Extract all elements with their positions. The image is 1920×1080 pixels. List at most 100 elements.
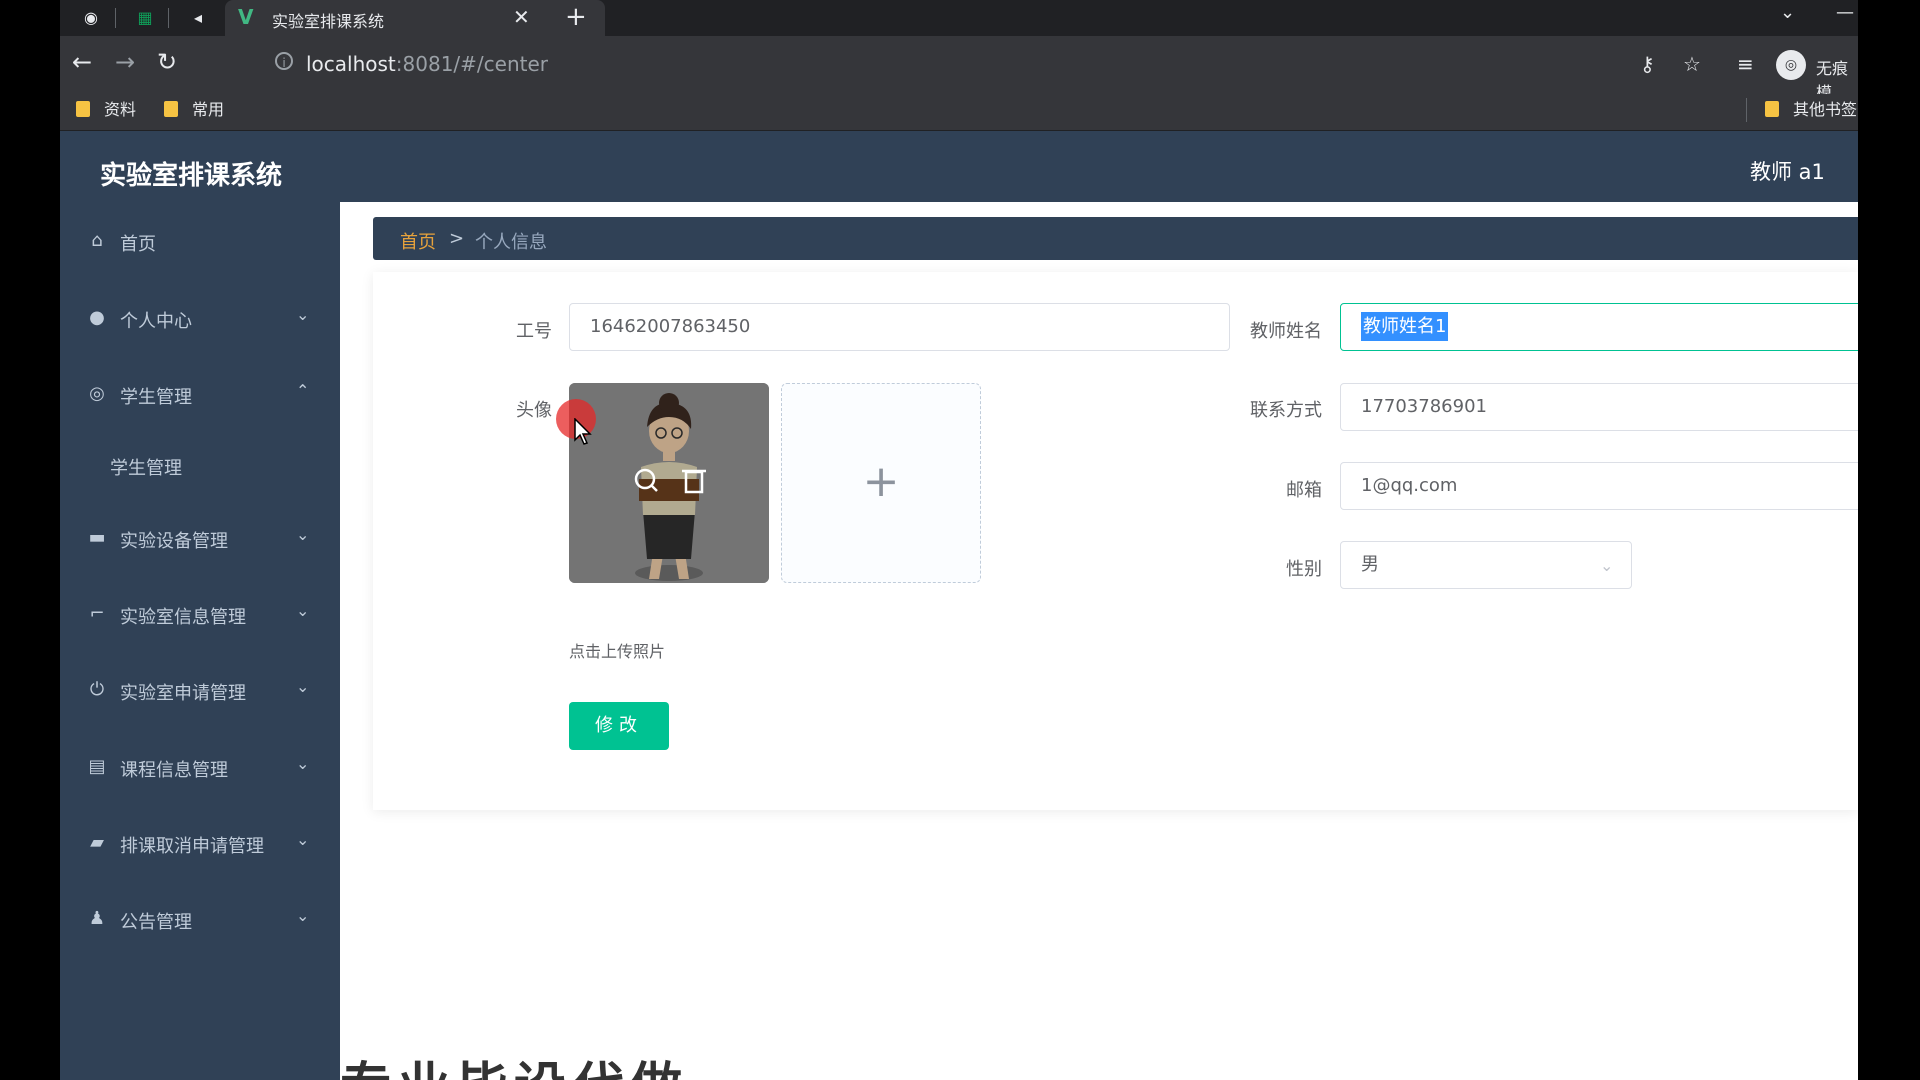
breadcrumb-separator: > — [449, 228, 465, 249]
minimize-icon[interactable]: — — [1836, 2, 1854, 23]
sheet-tab-icon[interactable]: ▦ — [135, 8, 155, 28]
app-title: 实验室排课系统 — [100, 161, 283, 191]
sidebar-item-notice[interactable]: ♟ 公告管理 ⌄ — [60, 889, 340, 949]
id-field[interactable]: 16462007863450 — [569, 303, 1230, 351]
chevron-down-icon: ⌄ — [296, 525, 310, 544]
avatar-label: 头像 — [516, 400, 552, 421]
folder-icon — [164, 101, 178, 117]
video-caption: 专业毕设代做 — [340, 1045, 688, 1080]
lab-icon: ⌐ — [89, 603, 105, 624]
vue-favicon-icon: V — [238, 5, 254, 29]
tab-divider — [115, 8, 116, 28]
chevron-down-icon: ⌄ — [296, 601, 310, 620]
sidebar-item-course-info[interactable]: ▤ 课程信息管理 ⌄ — [60, 737, 340, 797]
submit-button[interactable]: 修改 — [569, 702, 669, 750]
url-host: localhost — [306, 52, 396, 76]
avatar-illustration — [569, 383, 769, 583]
bookmark-folder[interactable]: 常用 — [164, 98, 224, 122]
teacher-name-field[interactable]: 教师姓名1 — [1340, 303, 1858, 351]
sidebar: ⌂ 首页 ● 个人中心 ⌄ ◎ 学生管理 ⌃ 学生管理 ▬ 实验设备管理 ⌄ ⌐… — [60, 202, 340, 1080]
student-icon: ◎ — [89, 383, 105, 404]
equipment-icon: ▬ — [88, 527, 106, 548]
new-tab-plus-icon[interactable]: + — [565, 2, 587, 32]
phone-field[interactable]: 17703786901 — [1340, 383, 1858, 431]
url-path: :8081/#/center — [395, 52, 548, 76]
sidebar-item-personal-center[interactable]: ● 个人中心 ⌄ — [60, 288, 340, 348]
sidebar-item-equipment[interactable]: ▬ 实验设备管理 ⌄ — [60, 508, 340, 568]
url-text[interactable]: localhost:8081/#/center — [306, 52, 548, 76]
key-icon[interactable]: ⚷ — [1640, 52, 1655, 76]
sidebar-item-home[interactable]: ⌂ 首页 — [60, 211, 340, 271]
tab-divider — [168, 8, 169, 28]
bookmark-label: 资料 — [104, 100, 137, 119]
sidebar-item-label: 实验设备管理 — [120, 531, 228, 552]
breadcrumb-home-link[interactable]: 首页 — [400, 228, 436, 254]
speaker-icon[interactable]: ◂ — [188, 8, 208, 28]
right-letterbox — [1858, 0, 1920, 1080]
folder-icon — [76, 101, 90, 117]
avatar-upload-button[interactable]: + — [781, 383, 981, 583]
plus-icon: + — [862, 456, 900, 507]
email-label: 邮箱 — [1286, 480, 1322, 501]
screen-frame: ◉ ▦ ◂ V 实验室排课系统 ✕ + ⌄ — ← → ↻ i localhos… — [60, 0, 1858, 1080]
sidebar-item-label: 实验室申请管理 — [120, 683, 246, 704]
briefcase-icon: ▤ — [88, 756, 106, 777]
mouse-pointer-icon — [574, 418, 592, 445]
back-arrow-icon[interactable]: ← — [68, 48, 96, 76]
upload-tip: 点击上传照片 — [569, 642, 666, 661]
sidebar-item-label: 公告管理 — [120, 912, 192, 933]
sidebar-item-lab-info[interactable]: ⌐ 实验室信息管理 ⌄ — [60, 584, 340, 644]
sidebar-item-lab-application[interactable]: ⏻ 实验室申请管理 ⌄ — [60, 660, 340, 720]
app-header — [60, 131, 1858, 202]
other-bookmarks[interactable]: 其他书签 — [1765, 98, 1857, 122]
sidebar-item-label: 学生管理 — [120, 387, 192, 408]
tab-search-chevron-icon[interactable]: ⌄ — [1780, 2, 1795, 23]
chevron-down-icon: ⌄ — [1600, 556, 1614, 575]
sidebar-item-label: 实验室信息管理 — [120, 607, 246, 628]
sidebar-item-cancel-application[interactable]: ▰ 排课取消申请管理 ⌄ — [60, 813, 340, 873]
avatar-thumbnail[interactable] — [569, 383, 769, 583]
user-icon: ● — [89, 307, 105, 328]
phone-label: 联系方式 — [1250, 400, 1322, 421]
chevron-down-icon: ⌄ — [296, 305, 310, 324]
gender-select[interactable]: 男 — [1340, 541, 1632, 589]
forward-arrow-icon[interactable]: → — [111, 48, 139, 76]
tab-title: 实验室排课系统 — [272, 12, 385, 31]
bookmarks-bar — [60, 94, 1858, 131]
sidebar-item-label: 个人中心 — [120, 311, 192, 332]
reload-icon[interactable]: ↻ — [153, 48, 181, 76]
incognito-icon[interactable]: ◎ — [1776, 50, 1806, 80]
power-icon: ⏻ — [89, 679, 105, 700]
bookmark-star-icon[interactable]: ☆ — [1683, 52, 1701, 76]
chevron-down-icon: ⌄ — [296, 677, 310, 696]
email-field[interactable]: 1@qq.com — [1340, 462, 1858, 510]
close-tab-icon[interactable]: ✕ — [513, 5, 530, 29]
chevron-down-icon: ⌄ — [296, 906, 310, 925]
sidebar-item-label: 排课取消申请管理 — [120, 836, 264, 857]
breadcrumb-current: 个人信息 — [475, 232, 547, 253]
folder-icon — [1765, 101, 1779, 117]
bookmark-folder[interactable]: 资料 — [76, 98, 136, 122]
submenu-item-student-management[interactable]: 学生管理 — [60, 435, 340, 495]
bookmark-divider — [1746, 98, 1747, 122]
other-bookmarks-label: 其他书签 — [1793, 100, 1858, 119]
notice-icon: ♟ — [88, 908, 106, 929]
home-icon: ⌂ — [91, 230, 103, 251]
sidebar-item-student-management[interactable]: ◎ 学生管理 ⌃ — [60, 364, 340, 424]
sidebar-item-label: 首页 — [120, 234, 156, 255]
id-label: 工号 — [516, 321, 552, 342]
chat-icon: ▰ — [90, 832, 104, 853]
submenu-item-label: 学生管理 — [110, 458, 182, 479]
gender-label: 性别 — [1286, 559, 1322, 580]
bookmark-label: 常用 — [192, 100, 225, 119]
teacher-name-label: 教师姓名 — [1250, 321, 1322, 342]
reading-list-icon[interactable]: ≡ — [1737, 52, 1754, 76]
current-user[interactable]: 教师 a1 — [1750, 156, 1825, 186]
chevron-down-icon: ⌄ — [296, 754, 310, 773]
globe-icon[interactable]: ◉ — [81, 8, 101, 28]
breadcrumb — [373, 217, 1858, 260]
chevron-down-icon: ⌄ — [296, 830, 310, 849]
site-info-icon[interactable]: i — [275, 52, 293, 70]
chevron-up-icon: ⌃ — [296, 381, 310, 400]
teacher-name-value: 教师姓名1 — [1361, 312, 1449, 341]
